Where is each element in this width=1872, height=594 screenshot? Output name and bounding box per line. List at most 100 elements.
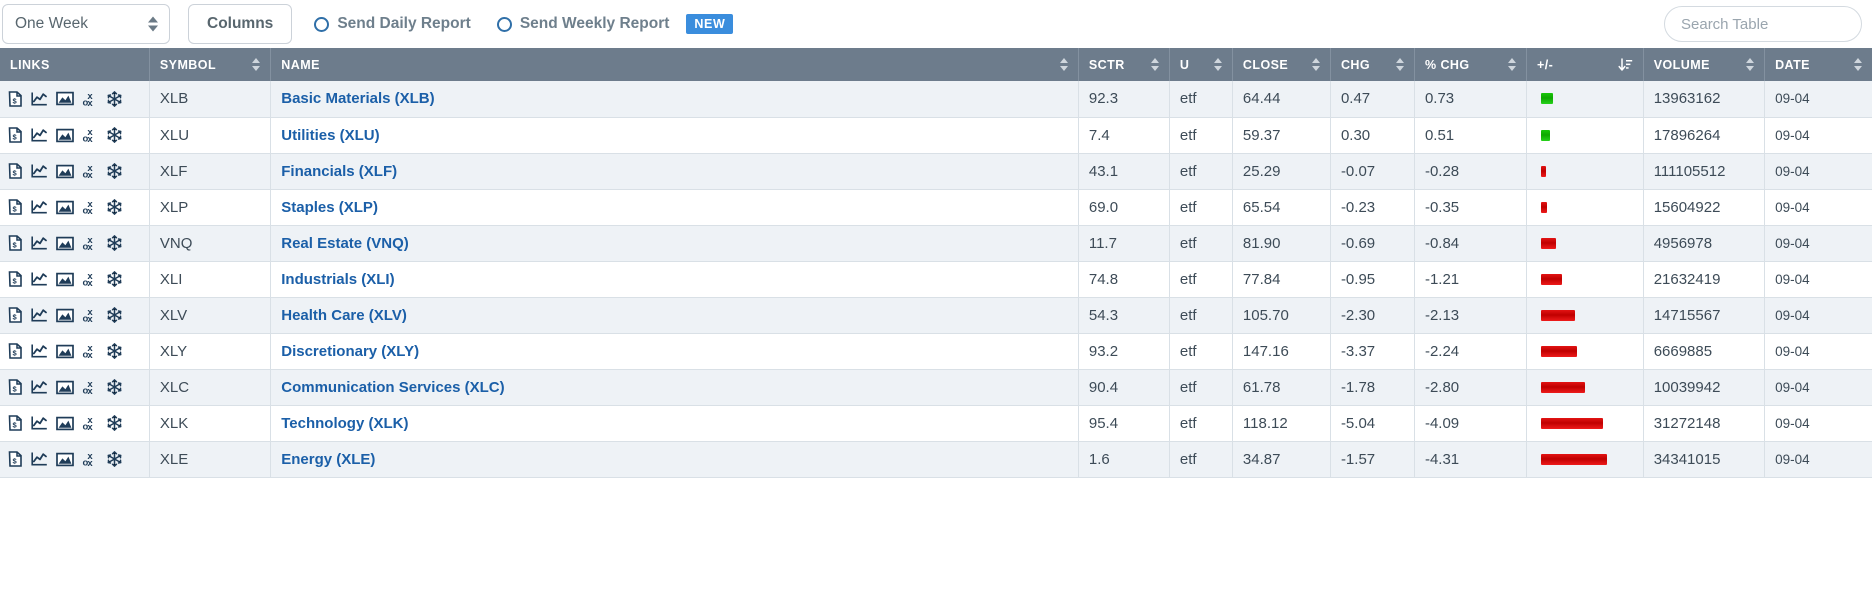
column-header-plusminus[interactable]: +/- <box>1526 48 1644 81</box>
line-chart-icon[interactable] <box>31 415 48 431</box>
summary-document-icon[interactable]: $ <box>8 90 23 107</box>
sort-toggle-icon[interactable] <box>252 58 261 71</box>
summary-document-icon[interactable]: $ <box>8 379 23 395</box>
gallery-chart-icon[interactable] <box>56 164 74 179</box>
gallery-chart-icon[interactable] <box>56 344 74 359</box>
snowflake-icon[interactable] <box>107 235 122 251</box>
line-chart-icon[interactable] <box>31 235 48 251</box>
snowflake-icon[interactable] <box>107 451 122 467</box>
name-link[interactable]: Financials (XLF) <box>281 163 397 180</box>
point-and-figure-icon[interactable]: oxx <box>82 343 99 359</box>
search-table-field[interactable] <box>1664 6 1862 42</box>
sort-toggle-icon[interactable] <box>1150 58 1159 71</box>
summary-document-icon[interactable]: $ <box>8 343 23 359</box>
sort-toggle-icon[interactable] <box>1311 58 1320 71</box>
summary-document-icon[interactable]: $ <box>8 199 23 215</box>
name-link[interactable]: Discretionary (XLY) <box>281 343 419 360</box>
gallery-chart-icon[interactable] <box>56 452 74 467</box>
snowflake-icon[interactable] <box>107 127 122 143</box>
line-chart-icon[interactable] <box>31 343 48 359</box>
snowflake-icon[interactable] <box>107 199 122 215</box>
snowflake-icon[interactable] <box>107 90 122 107</box>
column-header-pctchg[interactable]: % CHG <box>1414 48 1527 81</box>
table-row[interactable]: $ o x x XLY Discretionary (XLY) 93.2 etf 147.16-… <box>0 333 1872 370</box>
send-weekly-report-radio[interactable]: Send Weekly Report NEW <box>496 13 734 35</box>
summary-document-icon[interactable]: $ <box>8 307 23 323</box>
sort-toggle-icon[interactable] <box>1746 58 1755 71</box>
sort-toggle-icon[interactable] <box>1395 58 1404 71</box>
summary-document-icon[interactable]: $ <box>8 127 23 143</box>
line-chart-icon[interactable] <box>31 307 48 323</box>
point-and-figure-icon[interactable]: oxx <box>82 415 99 431</box>
point-and-figure-icon[interactable]: oxx <box>82 271 99 287</box>
line-chart-icon[interactable] <box>31 127 48 143</box>
column-header-date[interactable]: DATE <box>1764 48 1872 81</box>
column-header-u[interactable]: U <box>1169 48 1233 81</box>
name-link[interactable]: Health Care (XLV) <box>281 307 407 324</box>
gallery-chart-icon[interactable] <box>56 272 74 287</box>
line-chart-icon[interactable] <box>31 379 48 395</box>
column-header-name[interactable]: NAME <box>270 48 1079 81</box>
snowflake-icon[interactable] <box>107 343 122 359</box>
name-link[interactable]: Real Estate (VNQ) <box>281 235 409 252</box>
search-input[interactable] <box>1664 6 1862 42</box>
point-and-figure-icon[interactable]: oxx <box>82 451 99 467</box>
point-and-figure-icon[interactable]: oxx <box>82 91 99 107</box>
sort-toggle-icon[interactable] <box>1854 58 1862 71</box>
line-chart-icon[interactable] <box>31 163 48 179</box>
snowflake-icon[interactable] <box>107 307 122 323</box>
table-row[interactable]: $ o x x XLU Utilities (XLU) 7.4 etf 59.37 0.30 0.5… <box>0 117 1872 154</box>
name-link[interactable]: Basic Materials (XLB) <box>281 90 434 107</box>
column-header-volume[interactable]: VOLUME <box>1643 48 1766 81</box>
sort-toggle-icon[interactable] <box>1213 58 1222 71</box>
name-link[interactable]: Utilities (XLU) <box>281 127 379 144</box>
timeframe-select[interactable]: One Week <box>2 4 170 44</box>
line-chart-icon[interactable] <box>31 271 48 287</box>
table-row[interactable]: $ o x x XLC Communication Services (XLC) 90.4 e… <box>0 369 1872 406</box>
column-header-chg[interactable]: CHG <box>1330 48 1415 81</box>
gallery-chart-icon[interactable] <box>56 236 74 251</box>
gallery-chart-icon[interactable] <box>56 380 74 395</box>
table-row[interactable]: $ o x x VNQ Real Estate (VNQ) 11.7 etf 81.90 -0.6… <box>0 225 1872 262</box>
name-link[interactable]: Staples (XLP) <box>281 199 378 216</box>
line-chart-icon[interactable] <box>31 199 48 215</box>
gallery-chart-icon[interactable] <box>56 308 74 323</box>
table-row[interactable]: $ o x x XLP Staples (XLP) 69.0 etf 65.54 -0.23 -0.… <box>0 189 1872 226</box>
point-and-figure-icon[interactable]: oxx <box>82 307 99 323</box>
column-header-symbol[interactable]: SYMBOL <box>149 48 272 81</box>
sort-toggle-icon[interactable] <box>1059 58 1068 71</box>
point-and-figure-icon[interactable]: oxx <box>82 235 99 251</box>
gallery-chart-icon[interactable] <box>56 91 74 106</box>
summary-document-icon[interactable]: $ <box>8 235 23 251</box>
name-link[interactable]: Technology (XLK) <box>281 415 408 432</box>
gallery-chart-icon[interactable] <box>56 416 74 431</box>
line-chart-icon[interactable] <box>31 91 48 107</box>
snowflake-icon[interactable] <box>107 163 122 179</box>
summary-document-icon[interactable]: $ <box>8 415 23 431</box>
table-row[interactable]: $ o x x XLV Health Care (XLV) 54.3 etf 105.70 -2.… <box>0 297 1872 334</box>
point-and-figure-icon[interactable]: oxx <box>82 199 99 215</box>
send-daily-report-radio[interactable]: Send Daily Report <box>314 15 471 33</box>
table-row[interactable]: $ o x x XLE Energy (XLE) 1.6 etf 34.87 -1.57 -4.31… <box>0 441 1872 478</box>
snowflake-icon[interactable] <box>107 415 122 431</box>
table-row[interactable]: $ o x x XLF Financials (XLF) 43.1 etf 25.29 -0.07… <box>0 153 1872 190</box>
name-link[interactable]: Industrials (XLI) <box>281 271 394 288</box>
point-and-figure-icon[interactable]: oxx <box>82 163 99 179</box>
gallery-chart-icon[interactable] <box>56 200 74 215</box>
column-header-sctr[interactable]: SCTR <box>1078 48 1170 81</box>
line-chart-icon[interactable] <box>31 451 48 467</box>
summary-document-icon[interactable]: $ <box>8 271 23 287</box>
gallery-chart-icon[interactable] <box>56 128 74 143</box>
table-row[interactable]: $ o x x XLI Industrials (XLI) 74.8 etf 77.84 -0.9… <box>0 261 1872 298</box>
point-and-figure-icon[interactable]: oxx <box>82 379 99 395</box>
point-and-figure-icon[interactable]: oxx <box>82 127 99 143</box>
snowflake-icon[interactable] <box>107 271 122 287</box>
name-link[interactable]: Energy (XLE) <box>281 451 375 468</box>
summary-document-icon[interactable]: $ <box>8 163 23 179</box>
table-row[interactable]: $ o x x XLB Basic Materials (XLB) 92.3 etf 64.44… <box>0 81 1872 118</box>
columns-button[interactable]: Columns <box>188 4 293 44</box>
name-link[interactable]: Communication Services (XLC) <box>281 379 504 396</box>
snowflake-icon[interactable] <box>107 379 122 395</box>
sort-toggle-icon[interactable] <box>1507 58 1516 71</box>
column-header-close[interactable]: CLOSE <box>1232 48 1331 81</box>
